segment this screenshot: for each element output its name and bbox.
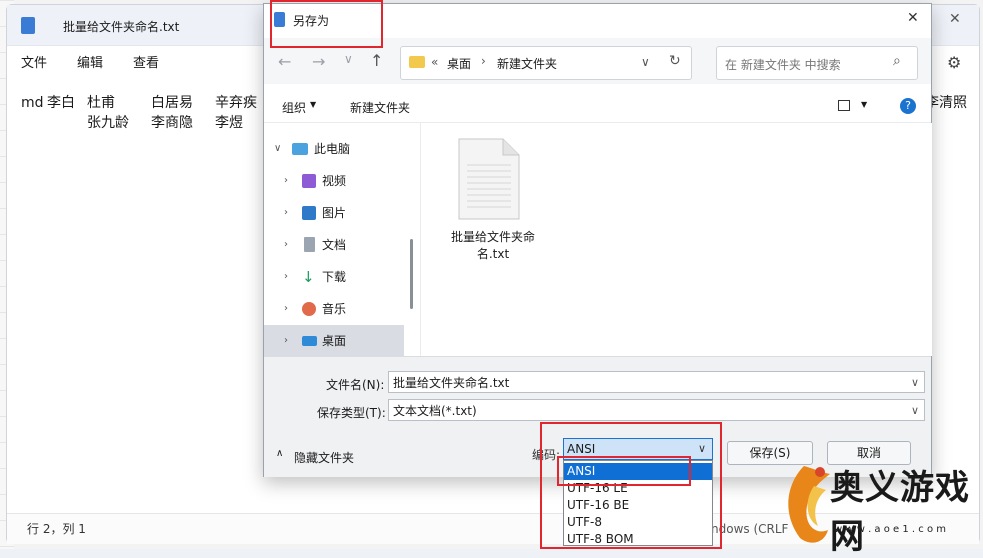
notepad-app-icon <box>21 17 35 34</box>
desktop-icon <box>302 336 317 346</box>
breadcrumb-separator-icon: › <box>481 54 486 68</box>
search-icon[interactable]: ⌕ <box>893 53 901 69</box>
hide-folders-chevron-icon[interactable]: ∧ <box>276 448 283 459</box>
highlight-dialog-title <box>270 0 383 48</box>
menu-file[interactable]: 文件 <box>21 51 47 77</box>
collapse-chevron-icon[interactable]: › <box>284 261 288 293</box>
new-folder-button[interactable]: 新建文件夹 <box>350 99 410 116</box>
collapse-chevron-icon[interactable]: › <box>284 197 288 229</box>
refresh-icon[interactable]: ↻ <box>669 53 681 69</box>
breadcrumb-overflow[interactable]: « <box>431 55 438 69</box>
collapse-chevron-icon[interactable]: › <box>284 165 288 197</box>
text-token: 张九龄 <box>87 115 129 131</box>
tree-item-label: 音乐 <box>322 302 347 316</box>
tree-item-music[interactable]: › 音乐 <box>264 293 414 325</box>
line-ending: ndows (CRLF <box>711 522 789 536</box>
filetype-select[interactable]: 文本文档(*.txt) ∨ <box>388 399 925 421</box>
command-bar: 组织 ▼ 新建文件夹 ▼ ? <box>264 90 931 123</box>
notepad-close-icon[interactable]: ✕ <box>949 11 961 27</box>
navigation-tree: ∨ 此电脑 › 视频 › 图片 › 文档 › ↓ 下载 › 音乐 › 桌面 <box>264 123 414 357</box>
filename-label: 文件名(N): <box>326 378 385 392</box>
tree-item-this-pc[interactable]: ∨ 此电脑 <box>264 133 414 165</box>
tree-item-label: 桌面 <box>322 334 347 348</box>
watermark: 奥义游戏网 w w w . a o e 1 . c o m <box>780 452 983 557</box>
hide-folders-toggle[interactable]: 隐藏文件夹 <box>294 449 354 466</box>
collapse-chevron-icon[interactable]: › <box>284 293 288 325</box>
filename-value: 批量给文件夹命名.txt <box>393 376 510 390</box>
video-icon <box>302 174 316 188</box>
tree-item-videos[interactable]: › 视频 <box>264 165 414 197</box>
address-bar[interactable]: « 桌面 › 新建文件夹 ∨ ↻ <box>400 46 692 80</box>
search-placeholder: 在 新建文件夹 中搜索 <box>725 58 841 72</box>
filetype-label: 保存类型(T): <box>317 406 386 420</box>
view-icon[interactable] <box>838 100 850 111</box>
tree-scrollbar[interactable] <box>410 239 413 309</box>
file-name: 批量给文件夹命名.txt <box>450 230 535 261</box>
text-token: 李煜 <box>215 115 243 131</box>
menu-edit[interactable]: 编辑 <box>77 51 103 77</box>
filename-input[interactable]: 批量给文件夹命名.txt ∨ <box>388 371 925 393</box>
help-icon[interactable]: ? <box>900 98 916 114</box>
download-icon: ↓ <box>302 268 315 286</box>
computer-icon <box>292 143 308 155</box>
text-file-icon <box>458 138 520 220</box>
watermark-brand: 奥义游戏网 <box>830 468 970 557</box>
collapse-chevron-icon[interactable]: › <box>284 229 288 261</box>
forward-arrow-icon[interactable]: → <box>312 52 325 71</box>
menu-view[interactable]: 查看 <box>133 51 159 77</box>
image-icon <box>302 206 316 220</box>
music-icon <box>302 302 316 316</box>
text-token: 白居易 <box>151 95 193 111</box>
breadcrumb-desktop[interactable]: 桌面 <box>447 55 471 72</box>
document-icon <box>304 237 315 252</box>
organize-dropdown-icon[interactable]: ▼ <box>310 100 316 109</box>
recent-chevron-icon[interactable]: ∨ <box>344 52 353 66</box>
settings-gear-icon[interactable]: ⚙ <box>947 53 961 72</box>
dialog-close-icon[interactable]: ✕ <box>907 10 919 26</box>
tree-item-label: 文档 <box>322 238 347 252</box>
highlight-ansi-option <box>557 456 691 486</box>
tree-item-pictures[interactable]: › 图片 <box>264 197 414 229</box>
notepad-title: 批量给文件夹命名.txt <box>63 20 180 34</box>
organize-button[interactable]: 组织 <box>282 99 306 116</box>
tree-item-label: 图片 <box>322 206 347 220</box>
filetype-value: 文本文档(*.txt) <box>393 404 477 418</box>
tree-item-desktop[interactable]: › 桌面 <box>264 325 404 357</box>
back-arrow-icon[interactable]: ← <box>278 52 291 71</box>
tree-item-label: 下载 <box>322 270 347 284</box>
filename-dropdown-icon[interactable]: ∨ <box>911 372 919 394</box>
filetype-dropdown-icon[interactable]: ∨ <box>911 400 919 422</box>
address-dropdown-icon[interactable]: ∨ <box>641 55 650 69</box>
watermark-url: w w w . a o e 1 . c o m <box>834 524 946 535</box>
save-as-dialog: 另存为 ✕ ← → ∨ ↑ « 桌面 › 新建文件夹 ∨ ↻ 在 新建文件夹 中… <box>263 3 932 477</box>
view-dropdown-icon[interactable]: ▼ <box>861 100 867 109</box>
cursor-position: 行 2，列 1 <box>27 522 86 536</box>
tree-item-label: 视频 <box>322 174 347 188</box>
text-token: 李白 <box>47 95 75 111</box>
breadcrumb-new-folder[interactable]: 新建文件夹 <box>497 55 557 72</box>
search-box[interactable]: 在 新建文件夹 中搜索 ⌕ <box>716 46 918 80</box>
file-list-pane: 批量给文件夹命名.txt <box>420 123 932 356</box>
file-item[interactable] <box>457 137 521 220</box>
text-token: md <box>21 95 44 111</box>
tree-item-documents[interactable]: › 文档 <box>264 229 414 261</box>
tree-item-downloads[interactable]: › ↓ 下载 <box>264 261 414 293</box>
collapse-chevron-icon[interactable]: › <box>284 325 288 357</box>
expand-chevron-icon[interactable]: ∨ <box>274 133 281 165</box>
folder-icon <box>409 56 425 68</box>
text-token: 杜甫 <box>87 95 115 111</box>
tree-item-label: 此电脑 <box>314 142 351 156</box>
text-token: 李商隐 <box>151 115 193 131</box>
text-token: 辛弃疾 <box>215 95 257 111</box>
up-arrow-icon[interactable]: ↑ <box>370 51 383 70</box>
